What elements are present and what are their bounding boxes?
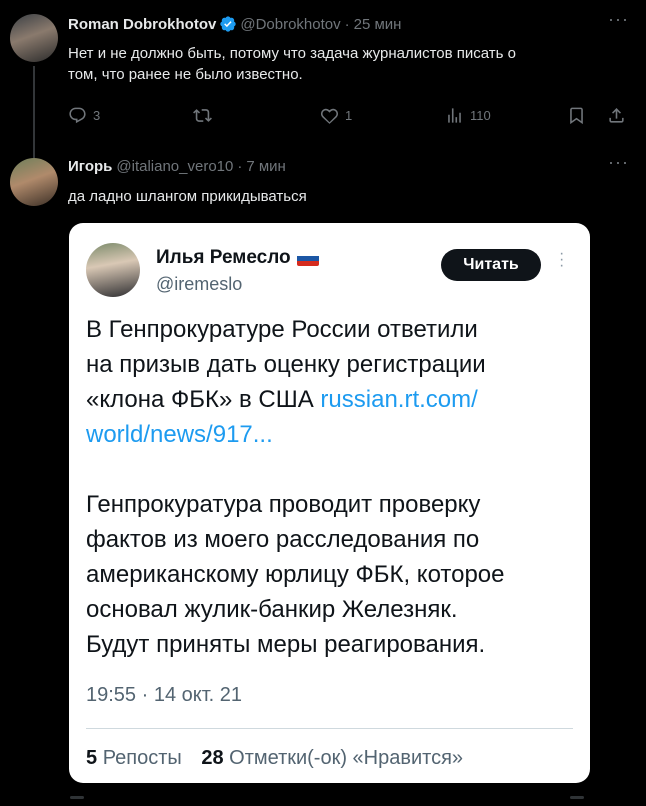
retweet-button[interactable] xyxy=(193,106,218,125)
tweet2-header: Игорь @italiano_vero10 · 7 мин xyxy=(68,158,286,175)
quoted-handle: @iremeslo xyxy=(156,274,243,294)
tweet1-actions: 3 1 110 xyxy=(68,106,628,128)
quoted-p1-line2: на призыв дать оценку регистрации xyxy=(86,351,486,378)
quoted-more-icon: · · · xyxy=(559,245,565,274)
quoted-avatar xyxy=(86,243,140,297)
russia-flag-icon xyxy=(296,250,319,266)
quoted-likes-label: Отметки(-ок) «Нравится» xyxy=(229,747,464,769)
tweet1-separator: · xyxy=(344,15,350,33)
reply-button[interactable]: 3 xyxy=(68,106,100,125)
tweet2-handle[interactable]: @italiano_vero10 xyxy=(116,158,233,175)
quoted-author-name: Илья Ремесло xyxy=(156,247,319,269)
quoted-p1-line1: В Генпрокуратуре России ответили xyxy=(86,316,478,343)
quoted-p2-line2: фактов из моего расследования по xyxy=(86,526,480,553)
quoted-date: 19:55 · 14 окт. 21 xyxy=(86,684,243,706)
tweet1-text-line1: Нет и не должно быть, потому что задача … xyxy=(68,45,516,62)
tweet2-more-icon[interactable]: ··· xyxy=(608,152,629,173)
views-count: 110 xyxy=(470,108,491,123)
tweet1-more-icon[interactable]: ··· xyxy=(608,9,629,30)
avatar-roman-dobrokhotov[interactable] xyxy=(10,14,58,62)
read-button: Читать xyxy=(441,249,541,281)
tweet1-time[interactable]: 25 мин xyxy=(354,16,402,33)
avatar-igor[interactable] xyxy=(10,158,58,206)
quoted-tweet-image[interactable]: Илья Ремесло @iremeslo Читать · · · В Генп… xyxy=(69,223,590,783)
quoted-reposts-label: Репосты xyxy=(102,747,182,769)
bookmark-icon xyxy=(570,107,583,125)
quoted-likes-count: 28 xyxy=(201,747,224,769)
quoted-p2-line3: американскому юрлицу ФБК, которое xyxy=(86,561,505,588)
tweet1-author-name[interactable]: Roman Dobrokhotov xyxy=(68,16,216,33)
views-icon xyxy=(448,108,461,123)
quoted-paragraph-1: В Генпрокуратуре России ответили на приз… xyxy=(86,312,576,452)
quoted-text: В Генпрокуратуре России ответили на приз… xyxy=(86,312,576,662)
quoted-p1-line3: «клона ФБК» в США xyxy=(86,386,321,413)
tweet1-header: Roman Dobrokhotov @Dobrokhotov · 25 мин xyxy=(68,15,401,33)
share-icon xyxy=(609,108,624,123)
quoted-reposts-count: 5 xyxy=(86,747,98,769)
like-count: 1 xyxy=(345,108,353,123)
tweet2-separator: · xyxy=(237,158,243,175)
quoted-p2-line1: Генпрокуратура проводит проверку xyxy=(86,491,481,518)
verified-badge-icon xyxy=(220,16,237,32)
like-button[interactable]: 1 xyxy=(320,106,352,125)
quoted-stats: 5 Репосты 28 Отметки(-ок) «Нравится» xyxy=(86,747,463,770)
reply-count: 3 xyxy=(93,108,101,123)
tweet2-author-name[interactable]: Игорь xyxy=(68,158,112,175)
views-button[interactable]: 110 xyxy=(445,106,491,125)
quoted-p2-line5: Будут приняты меры реагирования. xyxy=(86,631,486,658)
thread-line xyxy=(33,66,35,158)
tweet1-text-line2: том, что ранее не было известно. xyxy=(68,66,303,83)
bookmark-button[interactable] xyxy=(567,106,586,125)
bookmark-icon-partial xyxy=(570,796,584,799)
quoted-author-name-text: Илья Ремесло xyxy=(156,247,291,268)
share-button[interactable] xyxy=(607,106,626,125)
quoted-divider xyxy=(86,728,573,729)
quoted-paragraph-2: Генпрокуратура проводит проверку фактов … xyxy=(86,487,576,662)
quoted-link-part1: russian.rt.com/ xyxy=(320,386,478,413)
reply-icon xyxy=(69,107,86,124)
like-icon xyxy=(320,108,339,124)
reply-icon-partial xyxy=(70,796,84,799)
tweet1-text: Нет и не должно быть, потому что задача … xyxy=(68,43,516,85)
retweet-icon xyxy=(193,109,212,122)
quoted-link-part2: world/news/917... xyxy=(86,421,273,448)
tweet2-time[interactable]: 7 мин xyxy=(246,158,286,175)
tweet1-handle[interactable]: @Dobrokhotov xyxy=(240,16,340,33)
quoted-p2-line4: основал жулик-банкир Железняк. xyxy=(86,596,458,623)
tweet2-actions-partial xyxy=(68,796,628,806)
tweet2-text: да ладно шлангом прикидываться xyxy=(68,188,307,205)
